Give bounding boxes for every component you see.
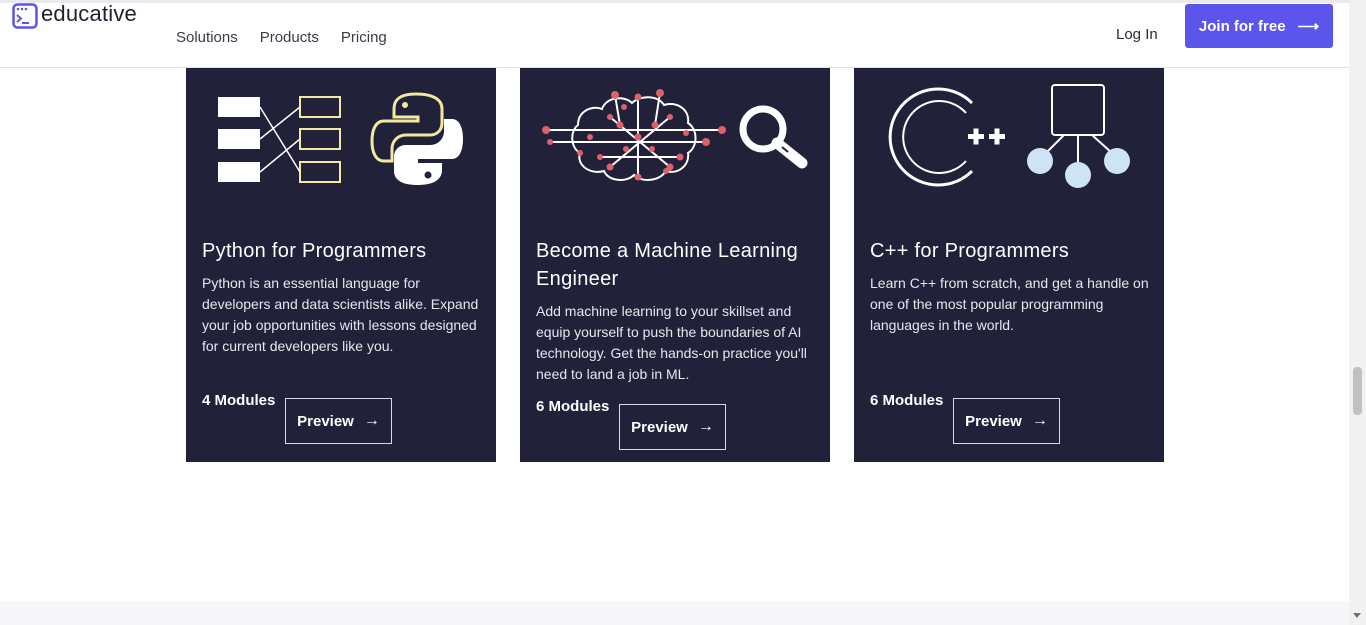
module-count: 6 Modules [536,398,610,415]
python-logo-icon [370,92,463,185]
neural-brain-icon [546,92,722,181]
card-description: Python is an essential language for deve… [202,275,479,354]
preview-label: Preview [965,412,1022,430]
course-art [888,84,1130,188]
preview-button[interactable]: Preview → [953,398,1060,444]
card-description: Add machine learning to your skillset an… [536,303,807,382]
card-description: Learn C++ from scratch, and get a handle… [870,275,1149,333]
preview-button[interactable]: Preview → [619,404,726,450]
card-title: Python for Programmers [202,240,427,262]
preview-label: Preview [631,418,688,436]
cpp-logo-icon [888,87,1005,187]
main-nav: Solutions Products Pricing [176,29,409,46]
nav-item-solutions[interactable]: Solutions [176,29,238,46]
course-art [542,89,808,181]
arrow-right-icon: → [363,412,380,429]
card-title: Become a Machine Learning Engineer [536,240,799,290]
site-header: educative Solutions Products Pricing Log… [0,1,1349,68]
page-scrollbar[interactable] [1349,0,1366,625]
scrollbar-thumb[interactable] [1353,367,1362,415]
list-mapping-icon [218,96,341,183]
module-count: 4 Modules [202,392,276,409]
tree-diagram-icon [1027,84,1130,188]
login-link[interactable]: Log In [1116,26,1158,43]
brand-name: educative [41,1,137,26]
course-card-machine-learning[interactable]: Become a Machine Learning Engineer Add m… [520,67,830,462]
magnifier-icon [739,105,808,169]
course-art [218,92,463,185]
next-section-band [0,601,1349,625]
card-title: C++ for Programmers [870,240,1070,262]
join-button[interactable]: Join for free ⟶ [1185,4,1333,48]
preview-button[interactable]: Preview → [285,398,392,444]
nav-item-pricing[interactable]: Pricing [341,29,387,46]
brand-logo[interactable]: educative [12,1,137,29]
arrow-right-icon: → [697,418,714,435]
join-button-label: Join for free [1198,17,1286,35]
arrow-right-icon: → [1031,412,1048,429]
course-card-cpp[interactable]: C++ for Programmers Learn C++ from scrat… [854,67,1164,462]
nav-item-products[interactable]: Products [260,29,319,46]
scroll-down-arrow-icon[interactable] [1353,613,1361,618]
neuron-dots [542,89,726,181]
module-count: 6 Modules [870,392,944,409]
preview-label: Preview [297,412,354,430]
course-card-python[interactable]: Python for Programmers Python is an esse… [186,67,496,462]
terminal-window-icon [12,3,38,29]
arrow-right-icon: ⟶ [1297,18,1320,35]
